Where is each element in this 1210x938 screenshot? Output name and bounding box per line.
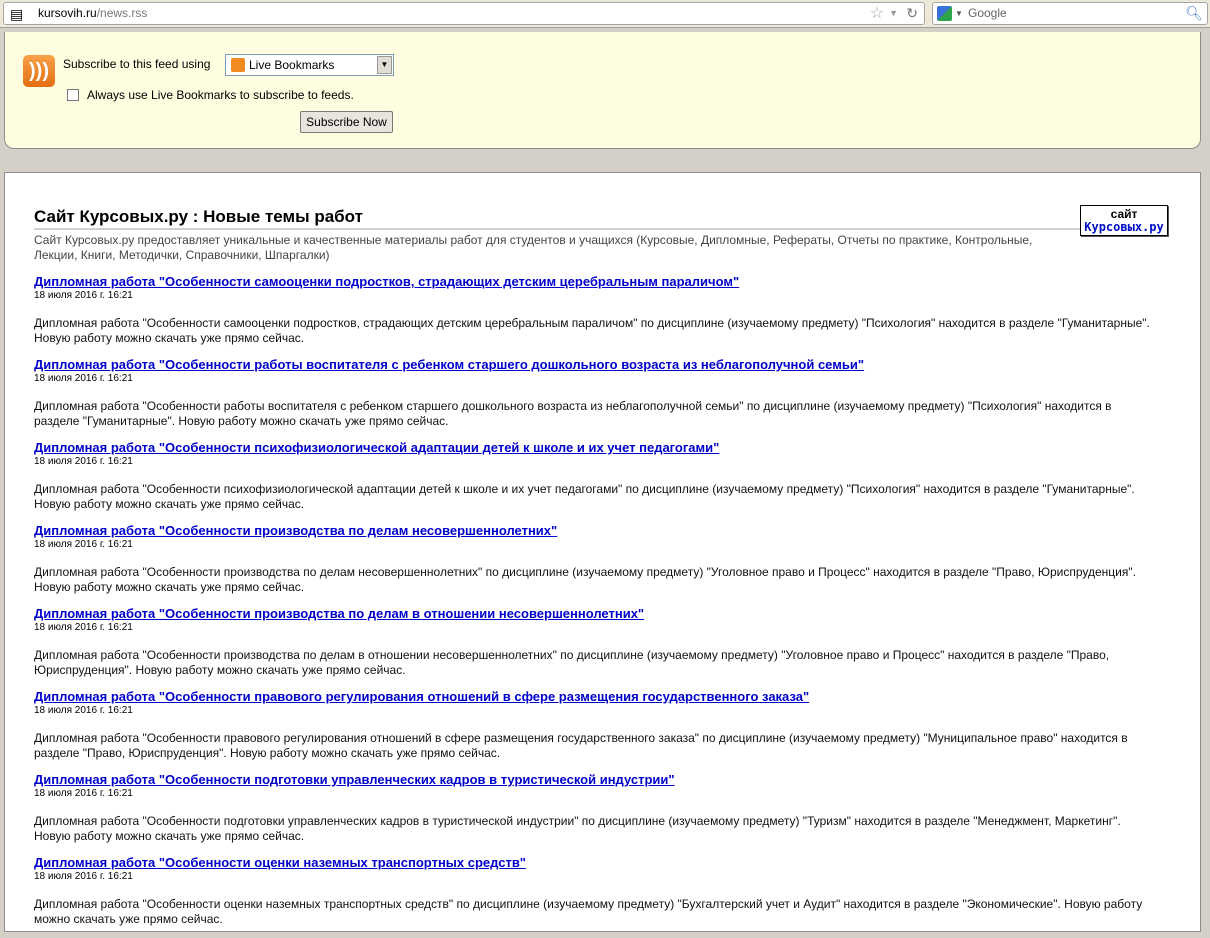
entry-date: 18 июля 2016 г. 16:21 bbox=[34, 871, 133, 882]
feed-entry: Дипломная работа "Особенности самооценки… bbox=[34, 274, 1154, 357]
google-engine-icon[interactable] bbox=[937, 6, 952, 21]
navigation-toolbar: ▤ kursovih.ru/news.rss ☆ ▼ ↻ ▼ Google 🔍︎ bbox=[0, 0, 1210, 28]
subscribe-panel: ))) Subscribe to this feed using Live Bo… bbox=[4, 32, 1201, 149]
entry-description: Дипломная работа "Особенности правового … bbox=[34, 731, 1128, 760]
feed-description: Сайт Курсовых.ру предоставляет уникальны… bbox=[34, 233, 1033, 262]
entry-title-link[interactable]: Дипломная работа "Особенности правового … bbox=[34, 689, 1154, 705]
entry-title-link[interactable]: Дипломная работа "Особенности работы вос… bbox=[34, 357, 1154, 373]
entry-description: Дипломная работа "Особенности производст… bbox=[34, 648, 1110, 677]
bookmark-star-icon[interactable]: ☆ bbox=[870, 3, 884, 24]
engine-dropdown-icon[interactable]: ▼ bbox=[955, 3, 963, 24]
entry-description: Дипломная работа "Особенности работы вос… bbox=[34, 399, 1112, 428]
feed-entry: Дипломная работа "Особенности психофизио… bbox=[34, 440, 1154, 523]
entry-title-link[interactable]: Дипломная работа "Особенности подготовки… bbox=[34, 772, 1154, 788]
feed-entry: Дипломная работа "Особенности производст… bbox=[34, 523, 1154, 606]
chevron-down-icon[interactable]: ▼ bbox=[377, 56, 392, 74]
search-input[interactable]: Google bbox=[968, 3, 1007, 24]
feed-entry: Дипломная работа "Особенности подготовки… bbox=[34, 772, 1154, 855]
live-bookmarks-icon bbox=[231, 58, 245, 72]
site-logo: сайт Курсовых.ру bbox=[1080, 205, 1168, 236]
entry-title-link[interactable]: Дипломная работа "Особенности психофизио… bbox=[34, 440, 1154, 456]
feed-content: Сайт Курсовых.ру : Новые темы работ сайт… bbox=[4, 172, 1201, 932]
url-domain: kursovih.ru bbox=[38, 6, 97, 20]
entry-date: 18 июля 2016 г. 16:21 bbox=[34, 539, 133, 550]
entry-date: 18 июля 2016 г. 16:21 bbox=[34, 290, 133, 301]
feed-entry: Дипломная работа "Особенности производст… bbox=[34, 606, 1154, 689]
checkbox[interactable] bbox=[67, 89, 79, 101]
url-text: kursovih.ru/news.rss bbox=[38, 3, 147, 24]
feed-entry: Дипломная работа "Особенности оценки наз… bbox=[34, 855, 1154, 938]
entry-title-link[interactable]: Дипломная работа "Особенности самооценки… bbox=[34, 274, 1154, 290]
url-path: /news.rss bbox=[96, 6, 148, 20]
feed-entry: Дипломная работа "Особенности правового … bbox=[34, 689, 1154, 772]
entry-date: 18 июля 2016 г. 16:21 bbox=[34, 705, 133, 716]
always-use-label: Always use Live Bookmarks to subscribe t… bbox=[87, 88, 354, 102]
entry-description: Дипломная работа "Особенности психофизио… bbox=[34, 482, 1135, 511]
feed-title: Сайт Курсовых.ру : Новые темы работ bbox=[34, 207, 1084, 230]
reload-icon[interactable]: ↻ bbox=[906, 3, 918, 24]
search-bar[interactable]: ▼ Google 🔍︎ bbox=[932, 2, 1208, 25]
entry-description: Дипломная работа "Особенности самооценки… bbox=[34, 316, 1150, 345]
entry-title-link[interactable]: Дипломная работа "Особенности производст… bbox=[34, 606, 1154, 622]
entry-date: 18 июля 2016 г. 16:21 bbox=[34, 788, 133, 799]
feed-entries: Дипломная работа "Особенности самооценки… bbox=[34, 274, 1154, 938]
entry-date: 18 июля 2016 г. 16:21 bbox=[34, 373, 133, 384]
entry-description: Дипломная работа "Особенности оценки наз… bbox=[34, 897, 1143, 926]
always-use-checkbox[interactable]: Always use Live Bookmarks to subscribe t… bbox=[67, 88, 354, 102]
reader-select[interactable]: Live Bookmarks ▼ bbox=[225, 54, 394, 76]
page-icon: ▤ bbox=[10, 6, 24, 22]
entry-description: Дипломная работа "Особенности производст… bbox=[34, 565, 1136, 594]
subscribe-now-button[interactable]: Subscribe Now bbox=[300, 111, 393, 133]
subscribe-label: Subscribe to this feed using bbox=[63, 57, 211, 71]
rss-feed-icon: ))) bbox=[23, 55, 55, 87]
search-icon[interactable]: 🔍︎ bbox=[1185, 3, 1203, 24]
entry-title-link[interactable]: Дипломная работа "Особенности производст… bbox=[34, 523, 1154, 539]
entry-date: 18 июля 2016 г. 16:21 bbox=[34, 622, 133, 633]
address-bar[interactable]: ▤ kursovih.ru/news.rss ☆ ▼ ↻ bbox=[3, 2, 925, 25]
logo-text-bottom: Курсовых.ру bbox=[1084, 220, 1164, 234]
entry-date: 18 июля 2016 г. 16:21 bbox=[34, 456, 133, 467]
reader-select-value: Live Bookmarks bbox=[249, 58, 335, 72]
entry-description: Дипломная работа "Особенности подготовки… bbox=[34, 814, 1121, 843]
entry-title-link[interactable]: Дипломная работа "Особенности оценки наз… bbox=[34, 855, 1154, 871]
history-dropdown-icon[interactable]: ▼ bbox=[889, 3, 898, 24]
feed-entry: Дипломная работа "Особенности работы вос… bbox=[34, 357, 1154, 440]
